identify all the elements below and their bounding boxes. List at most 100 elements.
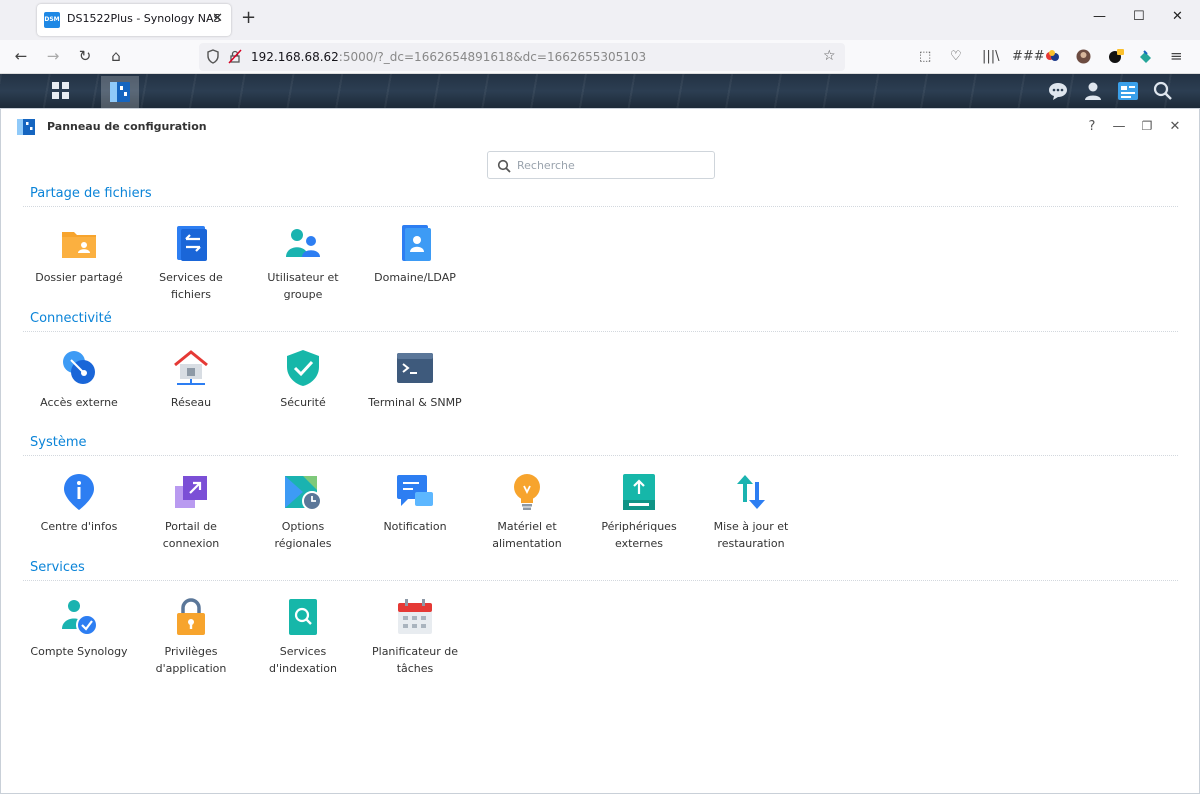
restore-button[interactable]: ❐ (1139, 119, 1155, 133)
item-external-devices[interactable]: Périphériques externes (583, 472, 695, 552)
item-application-privileges[interactable]: Privilèges d'application (135, 597, 247, 677)
back-button[interactable]: ← (11, 47, 31, 65)
item-label: Terminal & SNMP (368, 396, 462, 409)
dsm-favicon-icon: DSM (44, 12, 60, 28)
maximize-window-button[interactable]: ☐ (1133, 9, 1145, 24)
item-shared-folder[interactable]: Dossier partagé (23, 223, 135, 286)
address-bar[interactable]: 192.168.68.62:5000/?_dc=1662654891618&dc… (199, 43, 845, 71)
item-label: Mise à jour et restauration (713, 520, 789, 550)
item-user-group[interactable]: Utilisateur et groupe (247, 223, 359, 303)
close-button[interactable]: ✕ (1167, 119, 1183, 134)
item-label: Sécurité (280, 396, 326, 409)
section-divider (23, 580, 1178, 581)
item-notification[interactable]: Notification (359, 472, 471, 535)
search-input[interactable]: Recherche (487, 151, 715, 179)
url-path: :5000/?_dc=1662654891618&dc=166265530510… (338, 50, 647, 64)
extension-puzzle-icon[interactable] (1138, 49, 1153, 68)
help-button[interactable]: ? (1084, 119, 1100, 134)
item-label: Options régionales (274, 520, 332, 550)
save-to-pocket-icon[interactable]: ⬚ (919, 49, 931, 64)
tab-close-icon[interactable]: ✕ (212, 11, 223, 26)
bookmark-star-icon[interactable]: ☆ (823, 48, 836, 64)
domain-ldap-icon (402, 225, 431, 261)
item-file-services[interactable]: Services de fichiers (135, 223, 247, 303)
extension-color-icon[interactable] (1045, 49, 1060, 68)
item-label: Planificateur de tâches (372, 645, 458, 675)
item-domain-ldap[interactable]: Domaine/LDAP (359, 223, 471, 286)
browser-toolbar: ← → ↻ ⌂ 192.168.68.62:5000/?_dc=16626548… (0, 40, 1200, 74)
pocket-icon[interactable]: ♡ (950, 49, 962, 64)
section-title-partage: Partage de fichiers (30, 186, 152, 201)
item-label: Matériel et alimentation (492, 520, 562, 550)
item-indexing-service[interactable]: Services d'indexation (247, 597, 359, 677)
lightbulb-icon (514, 474, 540, 510)
section-divider (23, 455, 1178, 456)
minimize-button[interactable]: — (1111, 119, 1127, 134)
item-label: Centre d'infos (40, 520, 118, 533)
user-group-icon (286, 229, 320, 257)
item-info-center[interactable]: Centre d'infos (23, 472, 135, 535)
item-hardware-power[interactable]: Matériel et alimentation (471, 472, 583, 552)
regional-options-icon (285, 476, 322, 511)
widgets-icon[interactable] (1117, 81, 1139, 101)
forward-button[interactable]: → (43, 47, 63, 65)
search-icon[interactable] (1152, 81, 1174, 101)
item-terminal-snmp[interactable]: Terminal & SNMP (359, 348, 471, 411)
item-label: Services de fichiers (159, 271, 223, 301)
item-label: Dossier partagé (35, 271, 123, 284)
section-title-services: Services (30, 560, 85, 575)
item-label: Accès externe (40, 396, 118, 409)
section-title-systeme: Système (30, 435, 87, 450)
section-divider (23, 206, 1178, 207)
dsm-taskbar (0, 74, 1200, 108)
item-login-portal[interactable]: Portail de connexion (135, 472, 247, 552)
new-tab-button[interactable]: + (241, 7, 256, 28)
synology-account-icon (62, 600, 98, 636)
item-label: Utilisateur et groupe (267, 271, 339, 301)
search-icon (497, 158, 511, 177)
item-label: Compte Synology (30, 645, 128, 658)
item-task-scheduler[interactable]: Planificateur de tâches (359, 597, 471, 677)
item-security[interactable]: Sécurité (247, 348, 359, 411)
url-text: 192.168.68.62:5000/?_dc=1662654891618&dc… (251, 50, 646, 64)
info-pin-icon (64, 474, 94, 510)
item-update-restore[interactable]: Mise à jour et restauration (695, 472, 807, 552)
network-home-icon (174, 350, 208, 385)
item-label: Notification (383, 520, 447, 533)
main-menu-grid-icon[interactable] (48, 78, 74, 104)
item-label: Périphériques externes (601, 520, 677, 550)
extension-badge-icon[interactable] (1108, 49, 1124, 68)
extension-grid-icon[interactable]: ### (1012, 49, 1045, 64)
home-button[interactable]: ⌂ (106, 47, 126, 65)
window-title-bar[interactable]: Panneau de configuration ? — ❐ ✕ (1, 109, 1199, 145)
notifications-chat-icon[interactable] (1047, 81, 1069, 101)
item-network[interactable]: Réseau (135, 348, 247, 411)
library-icon[interactable]: |||\ (982, 49, 1000, 64)
browser-menu-icon[interactable]: ≡ (1170, 47, 1183, 65)
login-portal-icon (175, 476, 207, 508)
control-panel-app-icon (16, 118, 36, 136)
browser-tab-strip: DSM DS1522Plus - Synology NAS ✕ + — ☐ ✕ (0, 0, 1200, 40)
close-window-button[interactable]: ✕ (1172, 9, 1183, 24)
reload-button[interactable]: ↻ (75, 47, 95, 65)
browser-tab[interactable]: DSM DS1522Plus - Synology NAS ✕ (37, 4, 231, 36)
item-external-access[interactable]: Accès externe (23, 348, 135, 411)
tab-title: DS1522Plus - Synology NAS (67, 12, 221, 25)
notification-chat-icon (397, 475, 433, 506)
external-access-icon (63, 351, 95, 384)
item-synology-account[interactable]: Compte Synology (23, 597, 135, 660)
minimize-window-button[interactable]: — (1093, 9, 1106, 24)
external-device-icon (623, 474, 655, 510)
calendar-icon (398, 599, 432, 634)
section-title-connectivite: Connectivité (30, 311, 112, 326)
padlock-icon (177, 598, 205, 635)
user-icon[interactable] (1082, 81, 1104, 101)
item-label: Privilèges d'application (155, 645, 227, 675)
url-host: 192.168.68.62 (251, 50, 339, 64)
taskbar-control-panel-button[interactable] (101, 76, 139, 108)
shield-icon[interactable] (206, 49, 220, 67)
extension-avatar-icon[interactable] (1076, 49, 1091, 68)
file-services-icon (177, 226, 207, 261)
insecure-lock-icon[interactable] (228, 49, 242, 67)
item-regional-options[interactable]: Options régionales (247, 472, 359, 552)
